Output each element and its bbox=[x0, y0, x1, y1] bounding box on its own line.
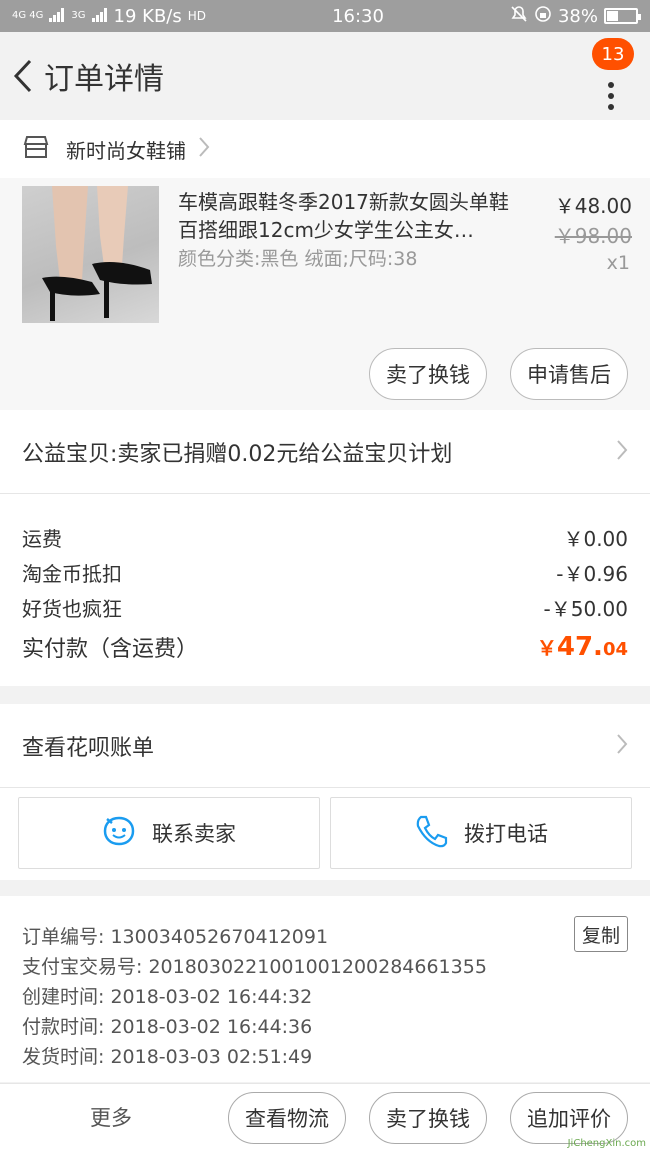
chat-bubble-icon bbox=[102, 815, 136, 852]
sell-for-cash-bottom-button[interactable]: 卖了换钱 bbox=[369, 1092, 487, 1144]
total-label: 实付款（含运费） bbox=[22, 637, 199, 662]
alipay-transaction-number: 支付宝交易号: 2018030221001001200284661355 bbox=[22, 956, 487, 978]
more-menu-icon[interactable] bbox=[608, 82, 614, 122]
battery-percent: 38% bbox=[557, 5, 598, 27]
network2-indicator: 3G bbox=[71, 10, 86, 21]
order-info: 订单编号: 130034052670412091 支付宝交易号: 2018030… bbox=[0, 896, 650, 1082]
page-title: 订单详情 bbox=[44, 62, 164, 97]
product-title: 车模高跟鞋冬季2017新款女圆头单鞋百搭细跟12cm少女学生公主女… bbox=[178, 190, 509, 242]
more-button[interactable]: 更多 bbox=[90, 1102, 132, 1132]
huabei-text: 查看花呗账单 bbox=[22, 735, 155, 761]
sell-for-cash-button[interactable]: 卖了换钱 bbox=[369, 348, 487, 400]
total-integer: 47. bbox=[556, 632, 603, 662]
call-hd-icon: HD bbox=[187, 9, 207, 23]
order-number: 订单编号: 130034052670412091 bbox=[22, 926, 329, 948]
bottom-action-bar: 更多 查看物流 卖了换钱 追加评价 JiChengXin.com bbox=[0, 1083, 650, 1155]
back-arrow-icon[interactable] bbox=[8, 56, 38, 96]
created-time: 创建时间: 2018-03-02 16:44:32 bbox=[22, 986, 313, 1008]
huabei-bill-row[interactable]: 查看花呗账单 bbox=[0, 704, 650, 788]
phone-icon bbox=[414, 814, 448, 853]
shop-row[interactable]: 新时尚女鞋铺 bbox=[0, 120, 650, 178]
promo-value: -￥50.00 bbox=[543, 597, 628, 621]
total-row: 实付款（含运费） ￥47.04 bbox=[22, 625, 628, 669]
shipped-time: 发货时间: 2018-03-03 02:51:49 bbox=[22, 1046, 313, 1068]
battery-icon bbox=[603, 8, 641, 24]
coins-value: -￥0.96 bbox=[556, 562, 628, 586]
message-badge: 13 bbox=[592, 38, 634, 70]
add-review-button[interactable]: 追加评价 bbox=[510, 1092, 628, 1144]
coins-label: 淘金币抵扣 bbox=[22, 562, 122, 586]
paid-time: 付款时间: 2018-03-02 16:44:36 bbox=[22, 1016, 313, 1038]
fee-summary: 运费 ￥0.00 淘金币抵扣 -￥0.96 好货也疯狂 -￥50.00 实付款（… bbox=[0, 494, 650, 686]
network-speed: 19 KB/s bbox=[113, 5, 182, 27]
contact-seller-button[interactable]: 联系卖家 bbox=[18, 797, 320, 869]
product-card[interactable]: 车模高跟鞋冬季2017新款女圆头单鞋百搭细跟12cm少女学生公主女… 颜色分类:… bbox=[0, 178, 650, 410]
view-logistics-button[interactable]: 查看物流 bbox=[228, 1092, 346, 1144]
call-phone-label: 拨打电话 bbox=[464, 822, 548, 846]
contact-seller-label: 联系卖家 bbox=[152, 822, 236, 846]
contact-row: 联系卖家 拨打电话 bbox=[0, 788, 650, 880]
chevron-right-icon bbox=[616, 733, 628, 759]
chevron-right-icon bbox=[198, 136, 210, 162]
signal2-icon bbox=[91, 6, 108, 27]
total-decimal: 04 bbox=[602, 639, 628, 660]
coins-row: 淘金币抵扣 -￥0.96 bbox=[22, 555, 628, 590]
product-image[interactable] bbox=[22, 186, 159, 323]
call-phone-button[interactable]: 拨打电话 bbox=[330, 797, 632, 869]
copy-order-button[interactable]: 复制 bbox=[574, 916, 628, 952]
shop-icon bbox=[22, 135, 50, 163]
total-currency: ￥ bbox=[536, 636, 557, 660]
charity-text: 公益宝贝:卖家已捐赠0.02元给公益宝贝计划 bbox=[22, 441, 453, 467]
rotation-lock-icon bbox=[534, 5, 552, 28]
clock: 16:30 bbox=[332, 5, 384, 27]
chevron-right-icon bbox=[616, 439, 628, 465]
product-quantity: x1 bbox=[606, 252, 630, 274]
promo-label: 好货也疯狂 bbox=[22, 597, 122, 621]
signal-icon bbox=[49, 6, 65, 27]
total-amount: ￥47.04 bbox=[537, 632, 628, 662]
network-indicator: 4G 4G bbox=[12, 10, 44, 21]
product-price: ￥48.00 bbox=[554, 194, 632, 218]
shop-name: 新时尚女鞋铺 bbox=[66, 138, 186, 163]
product-original-price: ￥98.00 bbox=[554, 224, 632, 248]
shipping-row: 运费 ￥0.00 bbox=[22, 520, 628, 555]
status-bar: 4G 4G 3G 19 KB/s HD 16:30 38% bbox=[0, 0, 650, 32]
charity-row[interactable]: 公益宝贝:卖家已捐赠0.02元给公益宝贝计划 bbox=[0, 410, 650, 494]
promo-row: 好货也疯狂 -￥50.00 bbox=[22, 590, 628, 625]
mute-icon bbox=[510, 5, 528, 28]
watermark-logo: JiChengXin.com bbox=[568, 1138, 646, 1149]
watermark-text: JiChengXin.com bbox=[567, 1138, 646, 1149]
product-sku: 颜色分类:黑色 绒面;尺码:38 bbox=[178, 248, 418, 270]
shipping-value: ￥0.00 bbox=[563, 527, 628, 551]
after-sale-button[interactable]: 申请售后 bbox=[510, 348, 628, 400]
page-header: 订单详情 13 bbox=[0, 32, 650, 120]
shipping-label: 运费 bbox=[22, 527, 62, 551]
